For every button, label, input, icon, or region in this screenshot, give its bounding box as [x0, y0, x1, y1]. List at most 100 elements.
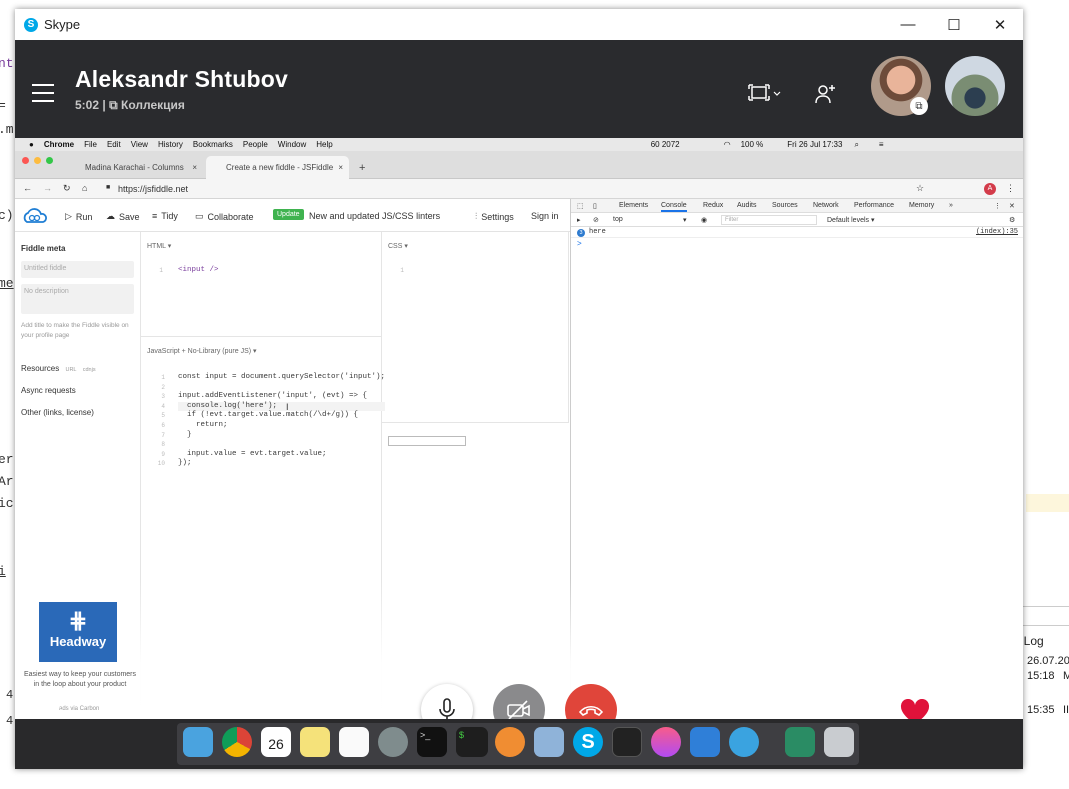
devtools-tab[interactable]: Sources [772, 202, 798, 209]
minimize-button[interactable]: — [885, 9, 931, 40]
bookmark-star-icon[interactable]: ☆ [916, 183, 924, 194]
menu-item[interactable]: Window [278, 140, 306, 149]
devtools-tab[interactable]: Memory [909, 202, 934, 209]
chat-icon[interactable] [760, 701, 782, 719]
browser-tab[interactable]: Madina Karachai - Columns × [65, 156, 203, 179]
css-panel[interactable]: CSS ▾ 1 [382, 232, 569, 446]
resources-item[interactable]: Resources URL cdnjs [21, 364, 96, 373]
snapshot-icon[interactable] [40, 693, 62, 715]
devtools-tab[interactable]: Audits [737, 202, 756, 209]
heart-icon[interactable] [900, 699, 930, 719]
eye-icon[interactable]: ◉ [701, 216, 707, 224]
menu-item[interactable]: Edit [107, 140, 121, 149]
notes-icon[interactable] [300, 727, 330, 757]
sliders-icon: ⫶ [475, 211, 478, 221]
devtools-tab[interactable]: Elements [619, 202, 648, 209]
maximize-button[interactable]: ☐ [931, 9, 977, 40]
system-preferences-icon[interactable] [378, 727, 408, 757]
browser-menu-icon[interactable]: ⋮ [1006, 183, 1015, 194]
other-links-item[interactable]: Other (links, license) [21, 408, 94, 417]
device-icon[interactable]: ▯ [593, 202, 597, 210]
back-icon[interactable]: ← [23, 183, 32, 193]
devtools-tab[interactable]: Network [813, 202, 839, 209]
itunes-icon[interactable] [651, 727, 681, 757]
devtools-close-icon[interactable]: ✕ [1009, 202, 1015, 210]
devtools-menu-icon[interactable]: ⋮ [994, 202, 1001, 210]
collaborate-button[interactable]: ▭ Collaborate [195, 211, 254, 222]
inspect-icon[interactable]: ⬚ [577, 202, 584, 210]
profile-avatar[interactable]: A [984, 183, 996, 195]
chrome-icon[interactable] [222, 727, 252, 757]
add-person-icon[interactable] [814, 84, 836, 104]
close-button[interactable]: ✕ [977, 9, 1023, 40]
menu-item[interactable]: Bookmarks [193, 140, 233, 149]
avatar-self[interactable] [945, 56, 1005, 116]
log-source-link[interactable]: (index):35 [976, 228, 1018, 236]
url-field[interactable]: https://jsfiddle.net [118, 184, 188, 194]
reminders-icon[interactable] [339, 727, 369, 757]
devtools-tab[interactable]: Performance [854, 202, 894, 209]
new-tab-button[interactable]: + [339, 156, 365, 179]
devtools-tab[interactable]: Redux [703, 202, 723, 209]
reload-icon[interactable]: ↻ [63, 183, 71, 194]
popout-icon[interactable]: ⧉ [910, 97, 928, 115]
run-button[interactable]: ▷ Run [65, 211, 92, 222]
menu-item[interactable]: People [243, 140, 268, 149]
calendar-icon[interactable]: 26 [261, 727, 291, 757]
zoom-dot[interactable] [46, 157, 53, 164]
skype-dock-icon[interactable]: S [573, 727, 603, 757]
sidebar-toggle-icon[interactable]: ▸ [577, 216, 581, 224]
console-filter-input[interactable]: Filter [721, 215, 817, 225]
headway-ad[interactable]: ⋕ Headway [39, 602, 117, 662]
css-label[interactable]: CSS ▾ [388, 242, 408, 250]
menu-item[interactable]: History [158, 140, 183, 149]
url-tag[interactable]: URL [65, 367, 76, 373]
fiddle-title-input[interactable]: Untitled fiddle [21, 261, 134, 278]
sign-in-link[interactable]: Sign in [531, 211, 559, 221]
save-button[interactable]: ☁ Save [106, 211, 140, 222]
more-options-icon[interactable]: ··· [976, 696, 999, 719]
tab-close-icon[interactable]: × [192, 163, 197, 172]
result-input-box[interactable] [388, 436, 466, 446]
switch-screens-icon[interactable] [833, 700, 855, 719]
update-badge[interactable]: Update [273, 209, 304, 220]
menu-icon[interactable] [32, 84, 54, 102]
fiddle-description-input[interactable]: No description [21, 284, 134, 314]
menu-item[interactable]: File [84, 140, 97, 149]
cdnjs-tag[interactable]: cdnjs [83, 367, 96, 373]
async-requests-item[interactable]: Async requests [21, 386, 76, 395]
console-settings-icon[interactable]: ⚙ [1009, 216, 1015, 224]
settings-button[interactable]: ⫶ Settings [475, 211, 514, 222]
close-dot[interactable] [22, 157, 29, 164]
log-levels-select[interactable]: Default levels ▾ [827, 216, 874, 224]
activity-monitor-icon[interactable] [612, 727, 642, 757]
more-tabs-icon[interactable]: » [949, 202, 953, 209]
clear-console-icon[interactable]: ⊘ [593, 216, 599, 224]
telegram-icon[interactable] [729, 727, 759, 757]
trash-icon[interactable] [824, 727, 854, 757]
downloads-stack-icon[interactable] [785, 727, 815, 757]
minimize-dot[interactable] [34, 157, 41, 164]
forward-icon[interactable]: → [43, 183, 52, 193]
console-prompt[interactable]: > [577, 239, 582, 248]
collection-label[interactable]: Коллекция [121, 98, 185, 112]
finder-icon[interactable] [183, 727, 213, 757]
html-panel[interactable]: HTML ▾ 1 <input /> [141, 232, 382, 337]
home-icon[interactable]: ⌂ [82, 183, 87, 193]
jsfiddle-logo-icon[interactable] [21, 207, 49, 225]
terminal-icon[interactable]: >_ [417, 727, 447, 757]
html-label[interactable]: HTML ▾ [147, 242, 171, 250]
menu-item[interactable]: Help [316, 140, 332, 149]
virtualbox-icon[interactable] [534, 727, 564, 757]
bg-fragment: ic [0, 496, 14, 511]
js-label[interactable]: JavaScript + No-Library (pure JS) ▾ [147, 347, 257, 355]
sketch-icon[interactable] [495, 727, 525, 757]
screen-share-icon[interactable] [748, 82, 782, 104]
tidy-button[interactable]: ≡ Tidy [152, 211, 178, 221]
devtools-tab-active[interactable]: Console [661, 202, 687, 212]
vscode-icon[interactable] [690, 727, 720, 757]
browser-tab-active[interactable]: Create a new fiddle - JSFiddle × [206, 156, 349, 179]
iterm-icon[interactable]: $ [456, 727, 488, 757]
menu-item[interactable]: View [131, 140, 148, 149]
context-select[interactable]: top [613, 216, 623, 223]
